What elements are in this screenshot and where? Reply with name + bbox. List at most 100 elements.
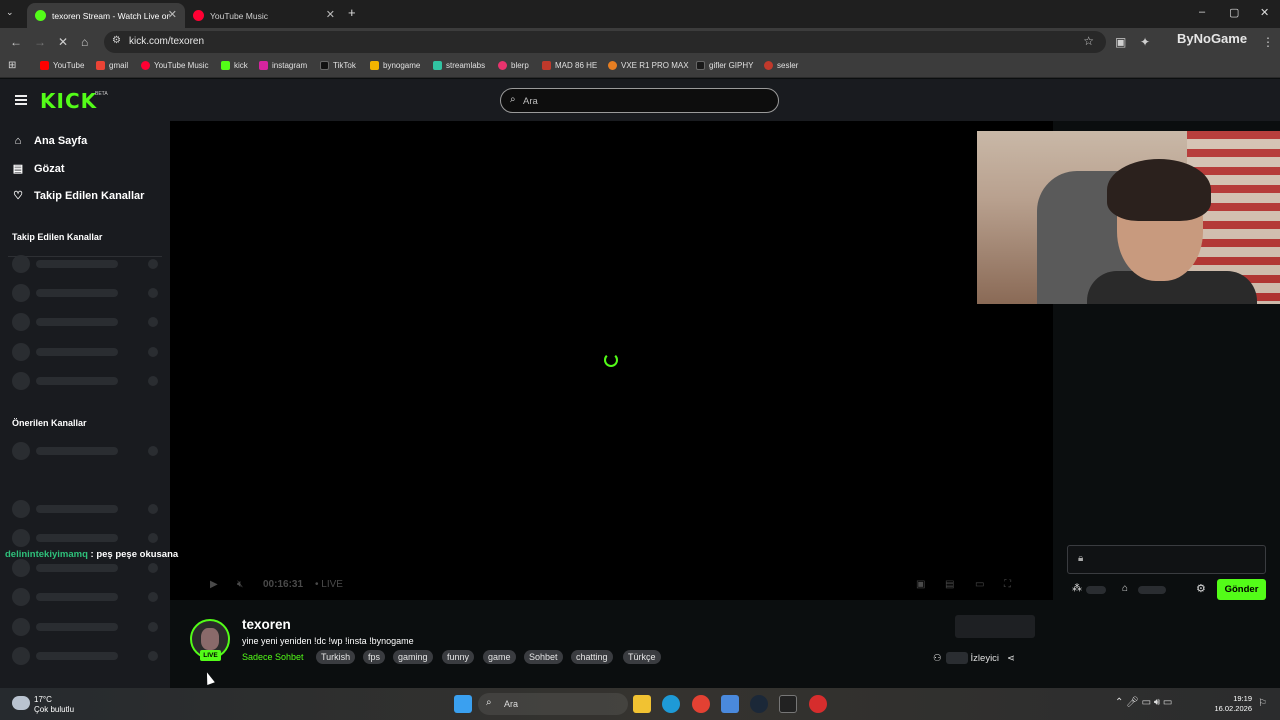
chat-settings-icon[interactable]: ⚙ bbox=[1196, 582, 1206, 595]
tag[interactable]: funny bbox=[442, 650, 475, 664]
close-window-button[interactable]: ✕ bbox=[1260, 6, 1269, 19]
tab-label: texoren Stream - Watch Live on Kick bbox=[52, 10, 170, 21]
address-bar[interactable]: ⚙ kick.com/texoren ☆ bbox=[104, 31, 1106, 53]
bookmark-gmail[interactable]: gmail bbox=[96, 61, 128, 70]
mute-icon[interactable]: 🔇︎ bbox=[237, 579, 243, 590]
tiktok-icon bbox=[320, 61, 329, 70]
hamburger-menu-icon[interactable] bbox=[15, 95, 27, 105]
youtube-music-favicon-icon bbox=[193, 10, 204, 21]
channel-skeleton bbox=[12, 284, 162, 302]
tag[interactable]: game bbox=[483, 650, 516, 664]
forward-icon[interactable]: → bbox=[34, 35, 46, 49]
menu-icon[interactable]: ⋮ bbox=[1262, 35, 1274, 49]
suggested-channels-heading: Önerilen Kanallar bbox=[12, 418, 87, 428]
bookmark-tiktok[interactable]: TikTok bbox=[320, 61, 356, 70]
bookmark-instagram[interactable]: instagram bbox=[259, 61, 307, 70]
followed-channels-heading: Takip Edilen Kanallar bbox=[12, 232, 103, 242]
fullscreen-icon[interactable]: ⛶ bbox=[1004, 579, 1011, 590]
bookmark-blerp[interactable]: blerp bbox=[498, 61, 529, 70]
bookmark-sesler[interactable]: sesler bbox=[764, 61, 798, 70]
extensions-icon[interactable]: ✦ bbox=[1140, 35, 1150, 49]
live-indicator: • LIVE bbox=[315, 579, 343, 590]
bookmark-star-icon[interactable]: ☆ bbox=[1083, 34, 1094, 48]
bookmark-youtube[interactable]: YouTube bbox=[40, 61, 84, 70]
stream-category-link[interactable]: Sadece Sohbet bbox=[242, 652, 304, 662]
streamer-name[interactable]: texoren bbox=[242, 617, 291, 632]
sidebar-item-following[interactable]: ♡ Takip Edilen Kanallar bbox=[12, 189, 144, 203]
tab-kick[interactable]: texoren Stream - Watch Live on Kick ✕ bbox=[27, 3, 185, 28]
notifications-icon[interactable]: ⚐ bbox=[1258, 698, 1267, 709]
tab-search-icon[interactable]: ⌄ bbox=[6, 7, 14, 18]
back-icon[interactable]: ← bbox=[10, 35, 22, 49]
taskbar-search-label: Ara bbox=[504, 699, 519, 709]
follow-button[interactable] bbox=[955, 615, 1035, 638]
bynogame-icon bbox=[370, 61, 379, 70]
close-tab-icon[interactable]: ✕ bbox=[168, 8, 177, 21]
share-icon[interactable]: ⋖ bbox=[1007, 653, 1015, 664]
sidebar-item-browse[interactable]: ▤ Gözat bbox=[12, 162, 65, 176]
search-input[interactable]: ⌕ Ara bbox=[500, 88, 779, 113]
clip-icon[interactable]: ▤ bbox=[945, 579, 954, 590]
new-tab-button[interactable]: + bbox=[348, 5, 356, 20]
chat-input[interactable]: 🔒︎ bbox=[1067, 545, 1266, 574]
youtube-music-icon bbox=[141, 61, 150, 70]
media-control-icon[interactable]: ▣ bbox=[1115, 35, 1126, 49]
bookmark-youtube-music[interactable]: YouTube Music bbox=[141, 61, 209, 70]
windows-start-icon[interactable] bbox=[454, 695, 472, 713]
app-icon[interactable] bbox=[809, 695, 827, 713]
sidebar-item-home[interactable]: ⌂ Ana Sayfa bbox=[12, 135, 88, 147]
instagram-icon bbox=[259, 61, 268, 70]
home-icon[interactable]: ⌂ bbox=[81, 35, 88, 49]
channel-skeleton bbox=[12, 442, 162, 460]
taskbar-search[interactable]: ⌕ Ara bbox=[478, 693, 628, 715]
kick-favicon-icon bbox=[35, 10, 46, 21]
edge-icon[interactable] bbox=[662, 695, 680, 713]
tag[interactable]: Türkçe bbox=[623, 650, 661, 664]
store-icon[interactable] bbox=[721, 695, 739, 713]
tag[interactable]: Turkish bbox=[316, 650, 356, 664]
play-icon[interactable]: ▶ bbox=[210, 579, 218, 590]
clock-time: 19:19 bbox=[1233, 694, 1252, 703]
bookmark-vxe[interactable]: VXE R1 PRO MAX bbox=[608, 61, 689, 70]
theater-mode-icon[interactable]: ▭ bbox=[975, 579, 984, 590]
file-explorer-icon[interactable] bbox=[633, 695, 651, 713]
clock-date: 16.02.2026 bbox=[1214, 704, 1252, 713]
bookmark-mad86he[interactable]: MAD 86 HE bbox=[542, 61, 597, 70]
system-tray[interactable]: ⌃ 🎤︎ ▭ 🔊︎ ▭ bbox=[1115, 697, 1172, 708]
close-tab-icon[interactable]: ✕ bbox=[326, 8, 335, 21]
bookmark-streamlabs[interactable]: streamlabs bbox=[433, 61, 485, 70]
site-info-icon[interactable]: ⚙ bbox=[112, 35, 121, 46]
stop-loading-icon[interactable]: ✕ bbox=[58, 35, 68, 49]
tab-youtube-music[interactable]: YouTube Music ✕ bbox=[185, 3, 343, 28]
chrome-icon[interactable] bbox=[692, 695, 710, 713]
tag[interactable]: gaming bbox=[393, 650, 433, 664]
pip-icon[interactable]: ▣ bbox=[916, 579, 925, 590]
minimize-button[interactable]: – bbox=[1199, 6, 1205, 18]
points-icon[interactable]: ⁂ bbox=[1072, 583, 1082, 594]
epic-games-icon[interactable] bbox=[779, 695, 797, 713]
temperature: 17°C bbox=[34, 695, 52, 704]
apps-grid-icon[interactable]: ⊞ bbox=[8, 60, 16, 71]
bookmark-bynogame[interactable]: bynogame bbox=[370, 61, 420, 70]
chat-overlay-message: delinintekiyimamq : peş peşe okusana bbox=[5, 549, 178, 560]
maximize-button[interactable]: ▢ bbox=[1229, 6, 1239, 19]
youtube-icon bbox=[40, 61, 49, 70]
search-icon: ⌕ bbox=[510, 94, 516, 105]
steam-icon[interactable] bbox=[750, 695, 768, 713]
tag[interactable]: Sohbet bbox=[524, 650, 563, 664]
bookmark-kick[interactable]: kick bbox=[221, 61, 248, 70]
store-icon[interactable]: ⌂ bbox=[1122, 583, 1128, 594]
send-button[interactable]: Gönder bbox=[1217, 579, 1266, 600]
streamer-info: LIVE texoren yine yeni yeniden !dc !wp !… bbox=[0, 600, 1053, 688]
browse-icon: ▤ bbox=[12, 163, 24, 175]
tag[interactable]: chatting bbox=[571, 650, 613, 664]
clock[interactable]: 19:19 16.02.2026 bbox=[1210, 694, 1252, 714]
video-player[interactable]: ▶ 🔇︎ 00:16:31 • LIVE ▣ ▤ ▭ ⛶ bbox=[170, 121, 1053, 600]
kick-logo[interactable]: KICK bbox=[40, 89, 97, 113]
bookmark-giphy[interactable]: gifler GIPHY bbox=[696, 61, 753, 70]
windows-taskbar: 17°C Çok bulutlu ⌕ Ara ⌃ 🎤︎ ▭ 🔊︎ ▭ 19:19… bbox=[0, 688, 1280, 720]
browser-tab-strip: ⌄ texoren Stream - Watch Live on Kick ✕ … bbox=[0, 0, 1280, 28]
weather-description: Çok bulutlu bbox=[34, 705, 75, 714]
tag[interactable]: fps bbox=[363, 650, 386, 664]
lock-icon: 🔒︎ bbox=[1078, 553, 1084, 564]
